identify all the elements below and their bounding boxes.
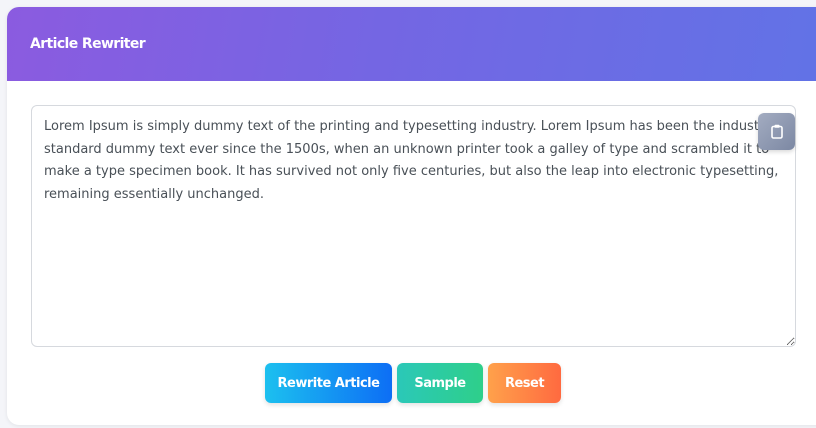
card-header: Article Rewriter (7, 7, 816, 81)
reset-button[interactable]: Reset (488, 363, 561, 403)
editor-wrapper: Lorem Ipsum is simply dummy text of the … (31, 105, 796, 347)
clipboard-icon (770, 124, 783, 139)
page-title: Article Rewriter (30, 36, 146, 52)
sample-button[interactable]: Sample (397, 363, 483, 403)
rewrite-article-button[interactable]: Rewrite Article (265, 363, 392, 403)
action-buttons: Rewrite Article Sample Reset (265, 363, 561, 403)
article-text-line: Lorem Ipsum is simply dummy text of the … (44, 119, 783, 134)
article-text-line: standard dummy text ever since the 1500s… (44, 141, 770, 157)
article-text-line: remaining essentially unchanged. (44, 186, 264, 202)
article-text-line: make a type specimen book. It has surviv… (44, 164, 779, 179)
copy-button[interactable] (758, 113, 795, 150)
article-textarea[interactable]: Lorem Ipsum is simply dummy text of the … (31, 105, 796, 347)
article-rewriter-card: Article Rewriter Lorem Ipsum is simply d… (7, 7, 816, 425)
